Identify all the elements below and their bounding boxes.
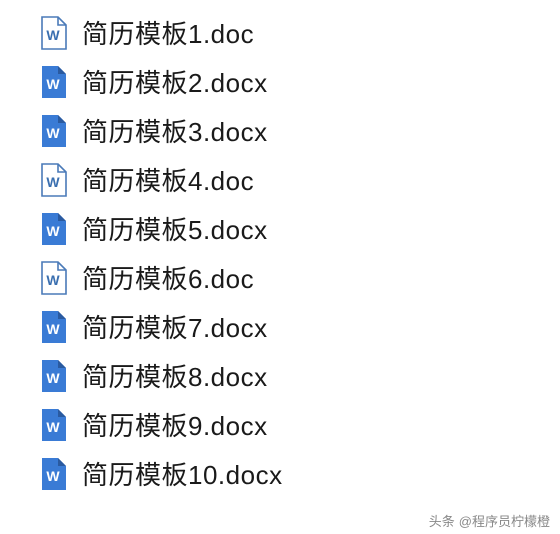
- file-item[interactable]: W 简历模板2.docx: [38, 57, 560, 106]
- file-name-label: 简历模板5.docx: [82, 210, 268, 247]
- file-name-label: 简历模板1.doc: [82, 14, 254, 51]
- svg-text:W: W: [46, 468, 60, 484]
- attribution-prefix: 头条: [429, 511, 455, 530]
- svg-text:W: W: [46, 272, 60, 288]
- svg-text:W: W: [46, 419, 60, 435]
- file-list: W 简历模板1.doc W 简历模板2.docx W 简历模板3.docx W …: [38, 8, 560, 498]
- word-doc-icon: W: [38, 457, 68, 491]
- file-item[interactable]: W 简历模板8.docx: [38, 351, 560, 400]
- file-name-label: 简历模板3.docx: [82, 112, 268, 149]
- word-doc-icon: W: [38, 114, 68, 148]
- word-doc-icon: W: [38, 359, 68, 393]
- file-item[interactable]: W 简历模板3.docx: [38, 106, 560, 155]
- word-doc-icon: W: [38, 16, 68, 50]
- svg-text:W: W: [46, 223, 60, 239]
- file-item[interactable]: W 简历模板9.docx: [38, 400, 560, 449]
- file-item[interactable]: W 简历模板10.docx: [38, 449, 560, 498]
- svg-text:W: W: [46, 321, 60, 337]
- attribution-author: @程序员柠檬橙: [459, 511, 550, 530]
- file-item[interactable]: W 简历模板6.doc: [38, 253, 560, 302]
- word-doc-icon: W: [38, 408, 68, 442]
- word-doc-icon: W: [38, 261, 68, 295]
- file-name-label: 简历模板2.docx: [82, 63, 268, 100]
- svg-text:W: W: [46, 370, 60, 386]
- file-name-label: 简历模板6.doc: [82, 259, 254, 296]
- file-name-label: 简历模板8.docx: [82, 357, 268, 394]
- attribution-text: 头条 @程序员柠檬橙: [429, 511, 550, 530]
- svg-text:W: W: [46, 125, 60, 141]
- word-doc-icon: W: [38, 310, 68, 344]
- file-name-label: 简历模板9.docx: [82, 406, 268, 443]
- file-item[interactable]: W 简历模板4.doc: [38, 155, 560, 204]
- svg-text:W: W: [46, 174, 60, 190]
- svg-text:W: W: [46, 76, 60, 92]
- file-item[interactable]: W 简历模板5.docx: [38, 204, 560, 253]
- file-name-label: 简历模板7.docx: [82, 308, 268, 345]
- word-doc-icon: W: [38, 65, 68, 99]
- svg-text:W: W: [46, 27, 60, 43]
- file-name-label: 简历模板10.docx: [82, 455, 283, 492]
- file-item[interactable]: W 简历模板7.docx: [38, 302, 560, 351]
- word-doc-icon: W: [38, 212, 68, 246]
- file-item[interactable]: W 简历模板1.doc: [38, 8, 560, 57]
- word-doc-icon: W: [38, 163, 68, 197]
- file-name-label: 简历模板4.doc: [82, 161, 254, 198]
